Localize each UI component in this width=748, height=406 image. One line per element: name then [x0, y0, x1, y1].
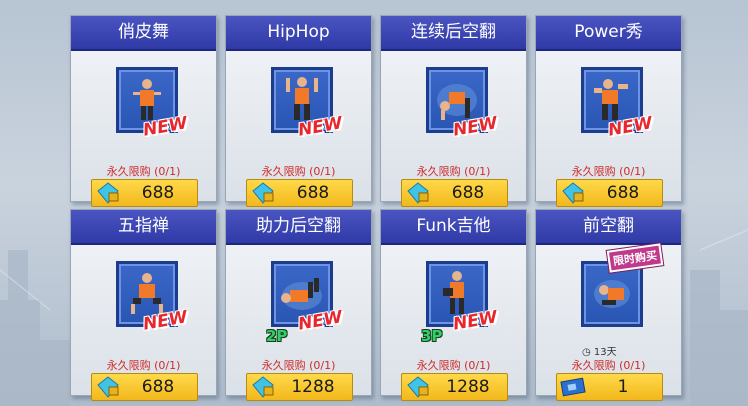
purchase-limit-text: 永久限购 (0/1)	[571, 359, 646, 372]
player-count-badge: 2P	[266, 327, 288, 345]
diamond-lock-icon	[562, 182, 584, 204]
item-card[interactable]: Funk吉他 3P NEW 永久限购 (0/1) 1288	[380, 209, 527, 401]
limited-time-badge: 限时购买	[606, 243, 664, 273]
price-value: 688	[296, 183, 330, 203]
purchase-limit-text: 永久限购 (0/1)	[416, 359, 491, 372]
item-title: 助力后空翻	[226, 210, 371, 245]
buy-button[interactable]: 688	[91, 373, 198, 401]
purchase-limit-text: 永久限购 (0/1)	[261, 165, 336, 178]
item-card[interactable]: 连续后空翻 NEW 永久限购 (0/1) 688	[380, 15, 527, 207]
purchase-limit-text: 永久限购 (0/1)	[261, 359, 336, 372]
buy-button[interactable]: 688	[91, 179, 198, 207]
purchase-limit-text: 永久限购 (0/1)	[416, 165, 491, 178]
ticket-icon	[560, 377, 586, 397]
item-card[interactable]: 俏皮舞 NEW 永久限购 (0/1) 688	[70, 15, 217, 207]
buy-button[interactable]: 688	[556, 179, 663, 207]
diamond-lock-icon	[407, 376, 429, 398]
item-title: 连续后空翻	[381, 16, 526, 51]
buy-button[interactable]: 1288	[401, 373, 508, 401]
price-value: 1	[617, 377, 629, 397]
price-value: 688	[141, 183, 175, 203]
item-card[interactable]: 前空翻 限时购买 ◷ 13天 永久限购 (0/1) 1	[535, 209, 682, 401]
diamond-lock-icon	[252, 376, 274, 398]
item-title: Funk吉他	[381, 210, 526, 245]
item-title: 五指禅	[71, 210, 216, 245]
item-body: 限时购买 ◷ 13天 永久限购 (0/1) 1	[536, 243, 681, 401]
item-grid: 俏皮舞 NEW 永久限购 (0/1) 688 HipHop NEW 永久限购 (…	[70, 15, 682, 401]
item-body: NEW 永久限购 (0/1) 688	[226, 51, 371, 207]
item-body: NEW 永久限购 (0/1) 688	[71, 51, 216, 207]
item-title: Power秀	[536, 16, 681, 51]
item-body: 3P NEW 永久限购 (0/1) 1288	[381, 245, 526, 401]
price-value: 688	[606, 183, 640, 203]
item-body: 2P NEW 永久限购 (0/1) 1288	[226, 245, 371, 401]
item-body: NEW 永久限购 (0/1) 688	[381, 51, 526, 207]
buy-button[interactable]: 688	[246, 179, 353, 207]
item-body: NEW 永久限购 (0/1) 688	[71, 245, 216, 401]
purchase-limit-text: 永久限购 (0/1)	[106, 359, 181, 372]
player-count-badge: 3P	[421, 327, 443, 345]
purchase-limit-text: 永久限购 (0/1)	[571, 165, 646, 178]
price-value: 1288	[446, 377, 490, 397]
price-value: 1288	[291, 377, 335, 397]
item-body: NEW 永久限购 (0/1) 688	[536, 51, 681, 207]
diamond-lock-icon	[97, 182, 119, 204]
item-card[interactable]: 五指禅 NEW 永久限购 (0/1) 688	[70, 209, 217, 401]
item-card[interactable]: 助力后空翻 2P NEW 永久限购 (0/1) 1288	[225, 209, 372, 401]
buy-button[interactable]: 1288	[246, 373, 353, 401]
item-title: 俏皮舞	[71, 16, 216, 51]
diamond-lock-icon	[252, 182, 274, 204]
price-value: 688	[451, 183, 485, 203]
item-card[interactable]: Power秀 NEW 永久限购 (0/1) 688	[535, 15, 682, 207]
item-card[interactable]: HipHop NEW 永久限购 (0/1) 688	[225, 15, 372, 207]
item-title: 前空翻	[536, 210, 681, 245]
diamond-lock-icon	[407, 182, 429, 204]
buy-button[interactable]: 688	[401, 179, 508, 207]
diamond-lock-icon	[97, 376, 119, 398]
buy-button[interactable]: 1	[556, 373, 663, 401]
timer-text: ◷ 13天	[582, 343, 617, 358]
price-value: 688	[141, 377, 175, 397]
item-title: HipHop	[226, 16, 371, 51]
purchase-limit-text: 永久限购 (0/1)	[106, 165, 181, 178]
